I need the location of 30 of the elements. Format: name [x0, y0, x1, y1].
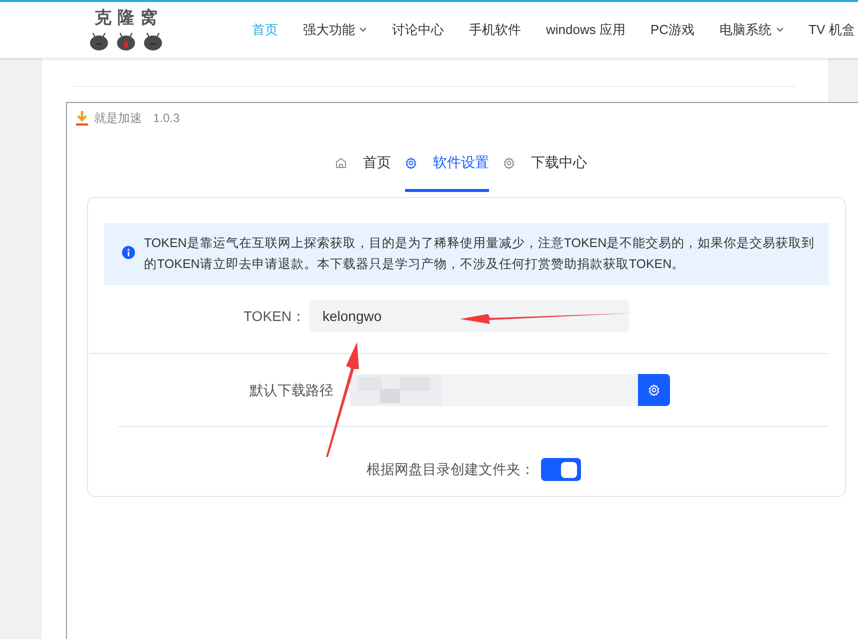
switch-knob — [560, 462, 576, 478]
token-field[interactable]: kelongwo — [309, 300, 630, 332]
setting-label: 默认下载路径 — [250, 380, 334, 400]
tab[interactable]: 首页 — [335, 133, 391, 192]
gear-icon — [405, 156, 417, 168]
path-field[interactable] — [350, 374, 638, 406]
nav-link[interactable]: windows 应用 — [546, 20, 626, 40]
setting-label: 根据网盘目录创建文件夹： — [366, 460, 534, 479]
nav-link[interactable]: PC游戏 — [650, 20, 695, 40]
gear-icon — [503, 156, 515, 168]
version-label: 1.0.3 — [153, 110, 180, 127]
settings-button[interactable] — [638, 374, 670, 406]
logo-text: 克 隆 窝 — [94, 10, 158, 26]
tab[interactable]: 下载中心 — [503, 133, 587, 192]
nav-link[interactable]: 电脑系统 — [720, 20, 784, 40]
nav-link[interactable]: 强大功能 — [303, 20, 367, 40]
tab[interactable]: 软件设置 — [405, 133, 489, 192]
gear-icon — [648, 384, 660, 396]
toggle-switch[interactable] — [540, 458, 580, 481]
info-icon — [122, 246, 135, 259]
notice-text: TOKEN是靠运气在互联网上探索获取，目的是为了稀释使用量减少，注意TOKEN是不能交易的，如果你是交易获取到的TOKEN请立即去申请退款。本下载器只是学习产物，不涉及任何打赏赞助捐款获取TOKEN。 — [144, 235, 815, 273]
chevron-down-icon — [359, 27, 367, 33]
download-icon — [75, 110, 89, 126]
nav-link[interactable]: 讨论中心 — [392, 20, 444, 40]
chevron-down-icon — [776, 27, 784, 33]
window-title: 就是加速 — [94, 110, 142, 127]
nav-link[interactable]: TV 机盒 — [808, 20, 855, 40]
nav-link[interactable]: 手机软件 — [469, 20, 521, 40]
home-icon — [335, 156, 347, 168]
setting-label: TOKEN： — [244, 306, 306, 326]
